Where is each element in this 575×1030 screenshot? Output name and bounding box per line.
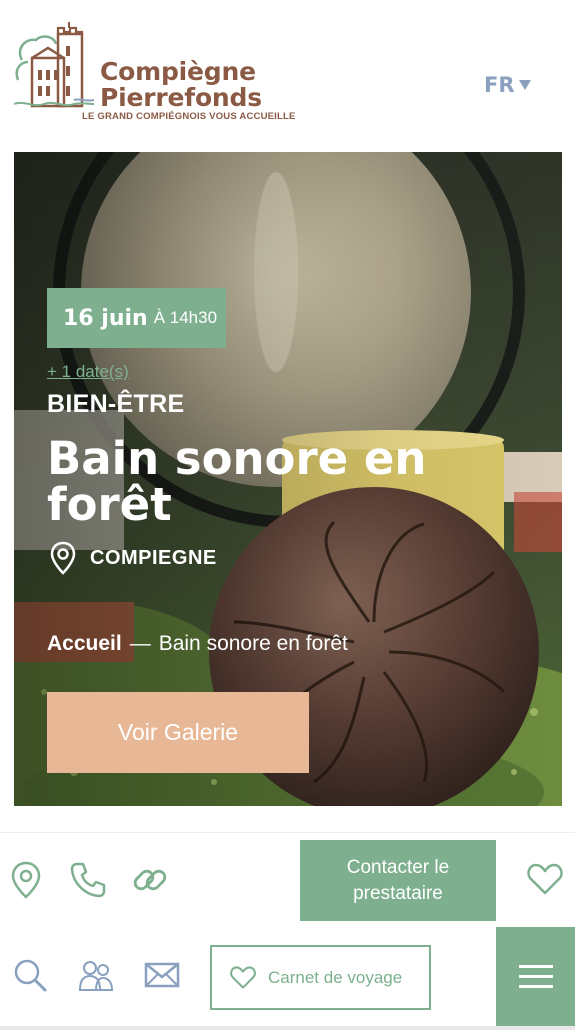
map-pin-icon[interactable] [8,860,44,900]
site-logo[interactable]: Compiègne Pierrefonds LE GRAND COMPIÉGNO… [14,20,295,125]
travel-journal-button[interactable]: Carnet de voyage [210,945,431,1010]
event-location-name: COMPIEGNE [90,546,217,569]
heart-icon [230,966,256,989]
breadcrumb-home-link[interactable]: Accueil [47,632,122,655]
view-gallery-button[interactable]: Voir Galerie [47,692,309,773]
search-icon[interactable] [12,957,48,993]
heart-icon[interactable] [526,861,564,897]
action-bar-bottom: Carnet de voyage [0,927,575,1030]
map-pin-icon [50,541,76,575]
event-time: À 14h30 [153,308,218,327]
event-date-badge: 16 juin À 14h30 [47,288,226,348]
page: Compiègne Pierrefonds LE GRAND COMPIÉGNO… [0,0,575,1030]
mail-icon[interactable] [143,959,181,991]
phone-icon[interactable] [68,860,108,900]
breadcrumb-separator: — [129,632,151,655]
site-header: Compiègne Pierrefonds LE GRAND COMPIÉGNO… [0,0,575,145]
logo-line1: Compiègne [100,57,256,86]
menu-button[interactable] [496,927,575,1027]
menu-icon [518,965,553,988]
action-bar-top: Contacter le prestataire [0,832,575,927]
logo-line2: Pierrefonds [100,83,262,112]
language-selector[interactable]: FR [484,73,515,97]
breadcrumb: Accueil — Bain sonore en forêt [47,632,348,656]
event-category: BIEN-ÊTRE [47,390,185,418]
contact-provider-button[interactable]: Contacter le prestataire [300,840,496,921]
event-location: COMPIEGNE [50,541,217,575]
travel-journal-label: Carnet de voyage [268,967,403,987]
link-icon[interactable] [130,860,170,900]
people-icon[interactable] [78,957,114,993]
event-title: Bain sonore en forêt [47,432,427,531]
event-hero: 16 juin À 14h30 + 1 date(s) BIEN-ÊTRE Ba… [14,152,562,806]
breadcrumb-current: Bain sonore en forêt [158,632,348,655]
event-date: 16 juin [63,305,148,331]
caret-down-icon[interactable] [519,80,531,90]
castle-logo-icon [14,22,95,108]
bottom-divider [0,1026,575,1030]
logo-tagline: LE GRAND COMPIÉGNOIS VOUS ACCUEILLE [82,111,296,122]
more-dates-link[interactable]: + 1 date(s) [47,362,129,382]
